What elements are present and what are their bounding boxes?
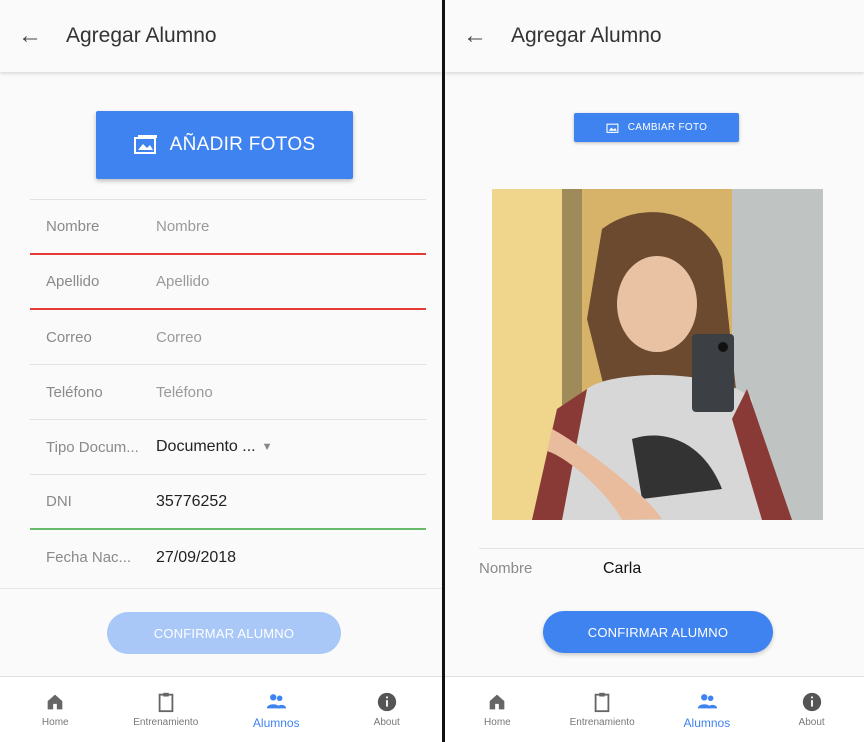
- nav-label: About: [798, 717, 825, 728]
- field-label: DNI: [46, 493, 72, 510]
- nav-label: Home: [484, 717, 511, 728]
- field-dni[interactable]: DNI 35776252: [30, 475, 426, 530]
- bottom-navigation: Home Entrenamiento Alumnos About: [445, 676, 864, 742]
- nav-item-home[interactable]: Home: [445, 677, 550, 742]
- select-value: Documento ...: [156, 438, 256, 455]
- student-photo: [492, 189, 823, 520]
- bottom-navigation: Home Entrenamiento Alumnos About: [0, 676, 442, 742]
- confirm-student-button[interactable]: CONFIRMAR ALUMNO: [107, 612, 341, 654]
- add-photos-button[interactable]: AÑADIR FOTOS: [96, 111, 353, 179]
- correo-input[interactable]: Correo: [156, 329, 202, 346]
- info-icon: [802, 692, 821, 712]
- add-photos-label: AÑADIR FOTOS: [169, 134, 316, 155]
- field-label: Fecha Nac...: [46, 549, 132, 566]
- image-icon: [133, 135, 157, 154]
- nav-item-entrenamiento[interactable]: Entrenamiento: [111, 677, 222, 742]
- left-screen: ← Agregar Alumno AÑADIR FOTOS Nombre Nom…: [0, 0, 442, 742]
- people-icon: [697, 693, 717, 708]
- confirm-area: CONFIRMAR ALUMNO: [445, 588, 864, 674]
- apellido-input[interactable]: Apellido: [156, 273, 209, 290]
- nav-label: Alumnos: [252, 715, 300, 730]
- app-bar: ← Agregar Alumno: [0, 0, 442, 72]
- nav-label: Entrenamiento: [569, 717, 635, 728]
- nav-label: Entrenamiento: [133, 717, 199, 728]
- dni-input[interactable]: 35776252: [156, 493, 227, 511]
- tipo-documento-select[interactable]: Documento ... ▼: [156, 438, 273, 456]
- back-arrow-icon[interactable]: ←: [0, 22, 56, 50]
- nav-item-alumnos[interactable]: Alumnos: [221, 677, 332, 742]
- field-label: Teléfono: [46, 383, 103, 401]
- field-label: Nombre: [46, 218, 100, 235]
- confirm-area: CONFIRMAR ALUMNO: [0, 588, 442, 674]
- nav-label: Alumnos: [683, 715, 731, 730]
- field-tipo-documento[interactable]: Tipo Docum... Documento ... ▼: [30, 420, 426, 475]
- field-label: Tipo Docum...: [46, 438, 139, 456]
- home-icon: [490, 694, 505, 710]
- clipboard-icon: [594, 692, 610, 713]
- info-icon: [377, 692, 396, 712]
- field-fecha-nacimiento[interactable]: Fecha Nac... 27/09/2018: [30, 530, 426, 585]
- selfie-photo: [492, 189, 823, 520]
- field-apellido[interactable]: Apellido Apellido: [30, 255, 426, 310]
- field-nombre[interactable]: Nombre Nombre: [30, 200, 426, 255]
- dropdown-arrow-icon: ▼: [261, 441, 273, 453]
- change-photo-label: CAMBIAR FOTO: [627, 122, 708, 133]
- field-label: Correo: [46, 328, 92, 346]
- image-icon: [606, 123, 619, 133]
- change-photo-button[interactable]: CAMBIAR FOTO: [574, 113, 739, 142]
- clipboard-icon: [158, 692, 174, 713]
- home-icon: [47, 694, 63, 710]
- page-title: Agregar Alumno: [511, 24, 662, 47]
- field-label: Apellido: [46, 273, 100, 290]
- nombre-input[interactable]: Nombre: [156, 218, 209, 235]
- field-correo[interactable]: Correo Correo: [30, 310, 426, 365]
- back-arrow-icon[interactable]: ←: [445, 22, 501, 50]
- nav-item-home[interactable]: Home: [0, 677, 111, 742]
- fecha-nacimiento-input[interactable]: 27/09/2018: [156, 549, 236, 567]
- page-title: Agregar Alumno: [66, 24, 217, 47]
- student-form: Nombre Nombre Apellido Apellido Correo C…: [30, 199, 426, 585]
- nav-item-about[interactable]: About: [332, 677, 443, 742]
- field-nombre[interactable]: Nombre Carla: [479, 548, 864, 588]
- app-bar: ← Agregar Alumno: [445, 0, 864, 72]
- people-icon: [267, 693, 287, 708]
- field-label: Nombre: [479, 560, 533, 577]
- nav-item-entrenamiento[interactable]: Entrenamiento: [550, 677, 655, 742]
- field-telefono[interactable]: Teléfono Teléfono: [30, 365, 426, 420]
- nav-label: About: [373, 717, 400, 728]
- telefono-input[interactable]: Teléfono: [156, 384, 213, 401]
- nav-item-about[interactable]: About: [759, 677, 864, 742]
- confirm-student-button[interactable]: CONFIRMAR ALUMNO: [543, 611, 773, 653]
- nav-label: Home: [41, 717, 69, 728]
- nav-item-alumnos[interactable]: Alumnos: [655, 677, 760, 742]
- right-screen: ← Agregar Alumno CAMBIAR FOTO Nombre Car…: [445, 0, 864, 742]
- nombre-input[interactable]: Carla: [603, 560, 641, 578]
